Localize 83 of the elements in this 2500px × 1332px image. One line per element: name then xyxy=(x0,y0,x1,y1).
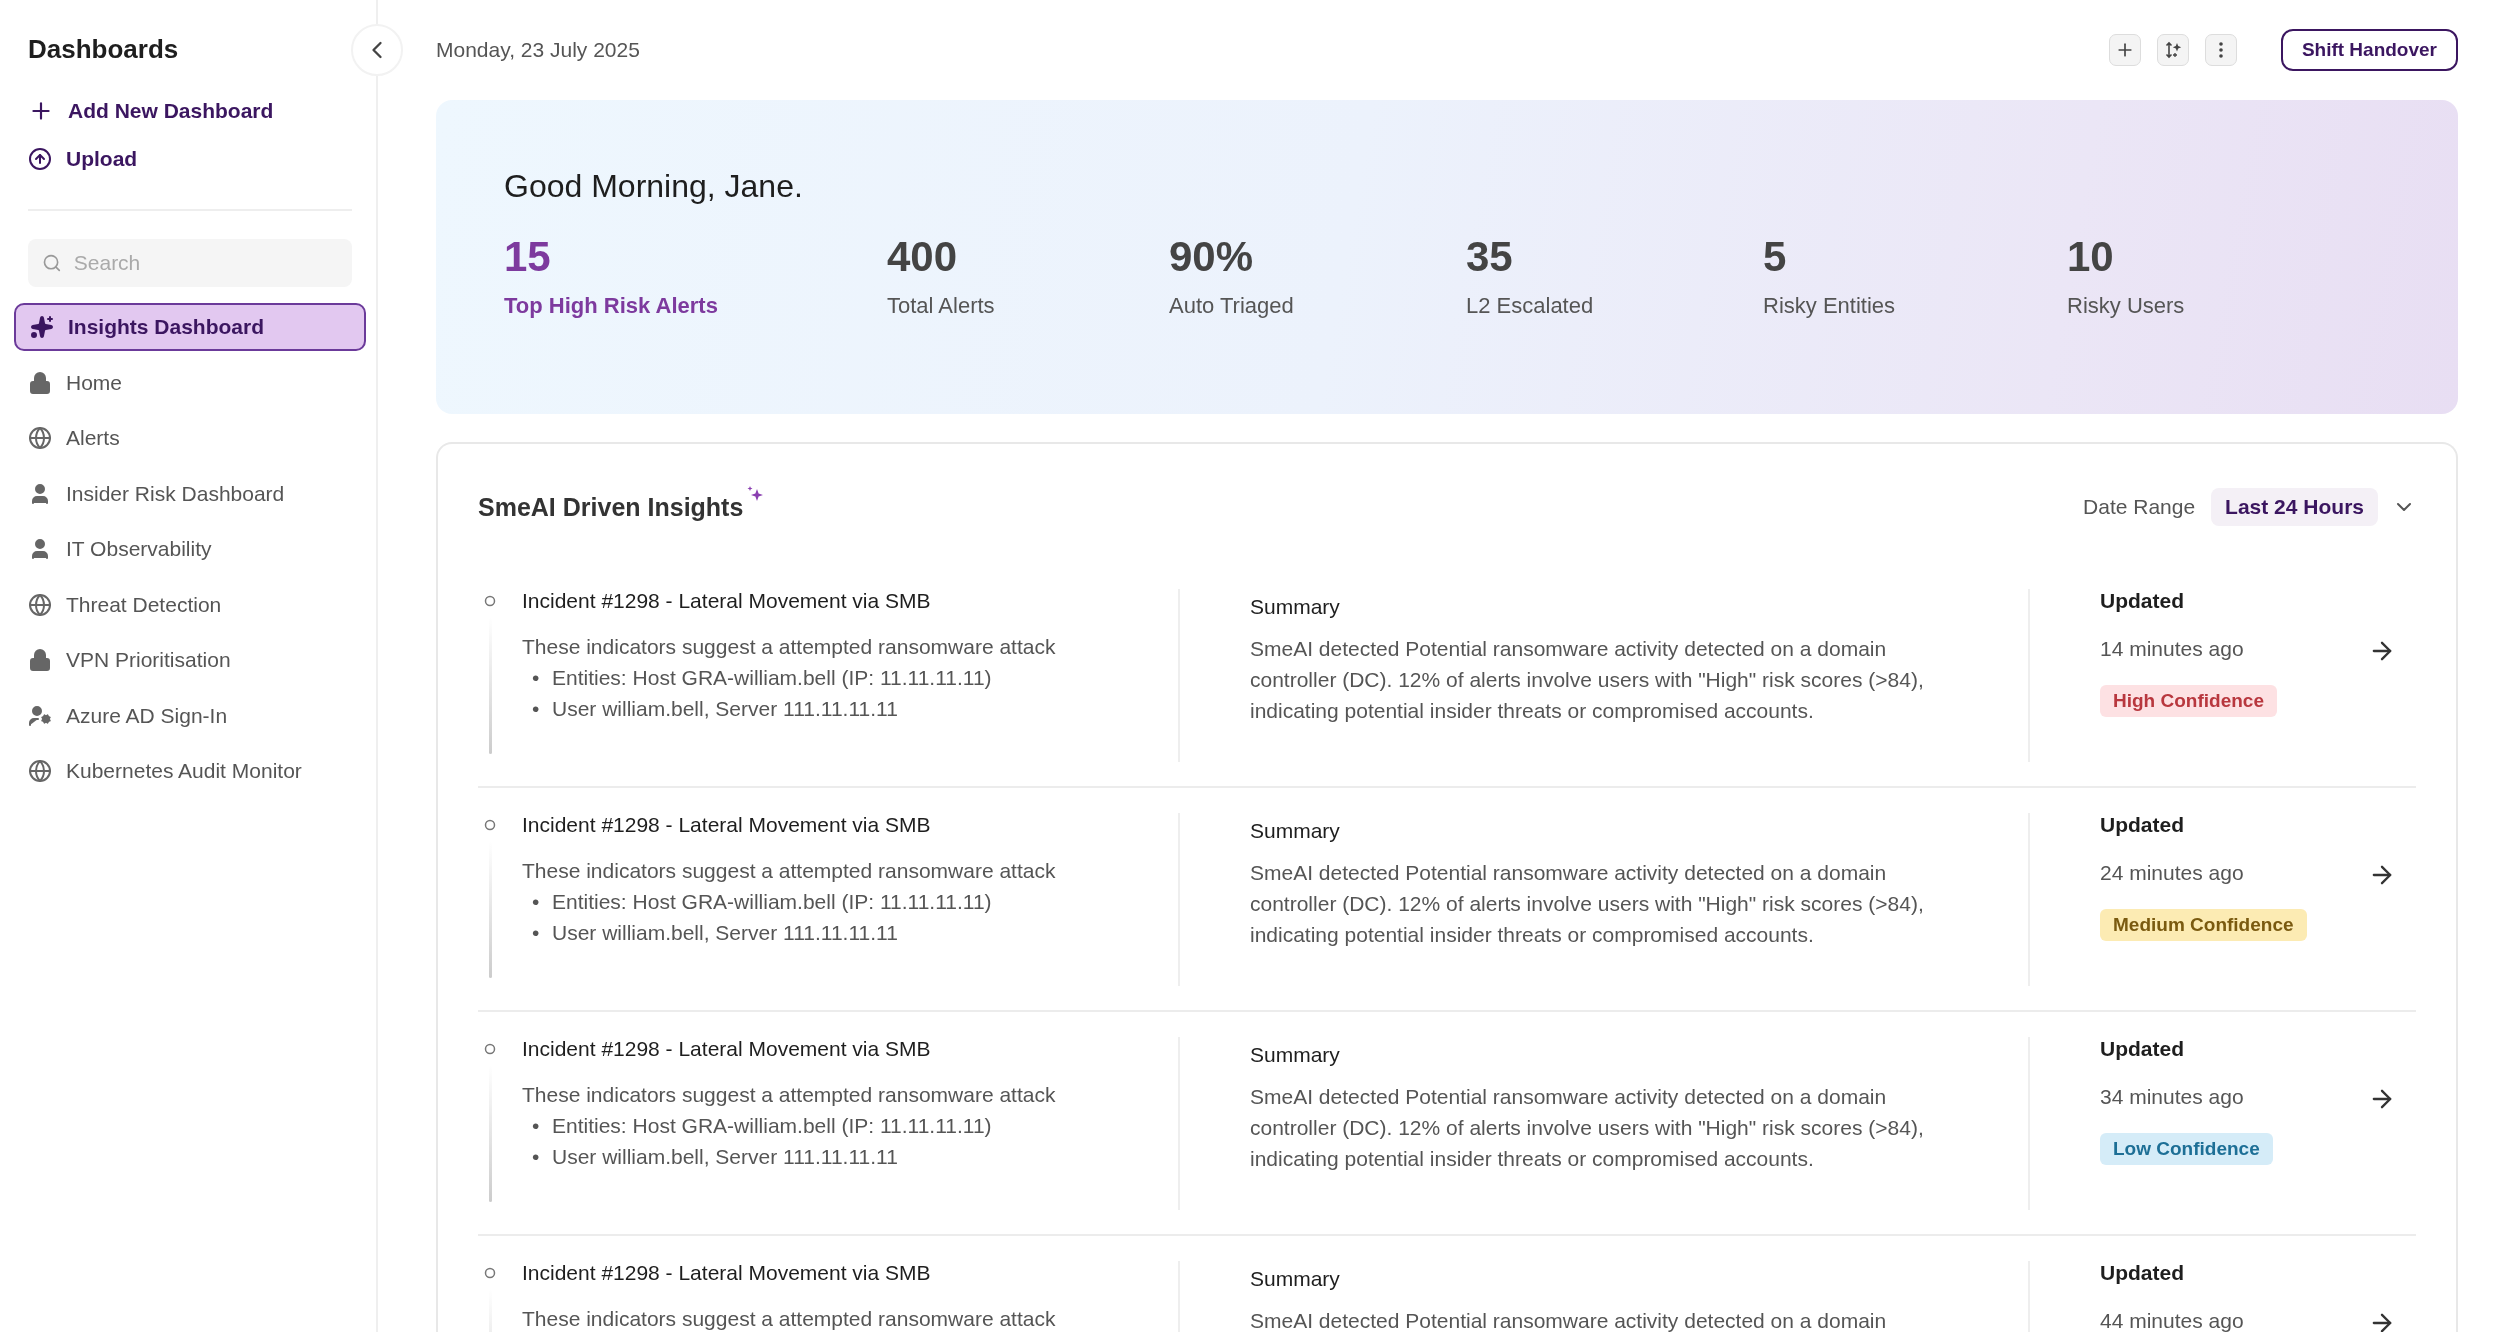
updated-label: Updated xyxy=(2100,1261,2185,1285)
incident-detail: • User william.bell, Server 111.11.11.11 xyxy=(532,696,898,722)
upload-icon xyxy=(28,147,52,171)
incident-detail: • User william.bell, Server 111.11.11.11 xyxy=(532,920,898,946)
greeting-text: Good Morning, Jane. xyxy=(504,168,804,205)
sidebar-title: Dashboards xyxy=(28,34,180,65)
sidebar-item[interactable]: Alerts xyxy=(28,410,350,466)
incident-detail: • User william.bell, Server 111.11.11.11 xyxy=(532,1144,898,1170)
updated-time: 44 minutes ago xyxy=(2100,1309,2245,1332)
incident-title: Incident #1298 - Lateral Movement via SMB xyxy=(522,813,932,837)
incident-description: These indicators suggest a attempted ransomware attack xyxy=(522,634,1056,660)
summary-label: Summary xyxy=(1250,595,1341,619)
search-input[interactable]: Search xyxy=(71,250,338,276)
collapse-button[interactable] xyxy=(351,24,403,76)
incident-detail: • Entities: Host GRA-william.bell (IP: 11.11.11.11) xyxy=(532,889,992,915)
more-button[interactable] xyxy=(2204,34,2237,66)
sidebar-item[interactable]: Insider Risk Dashboard xyxy=(28,466,350,522)
confidence-badge: Low Confidence xyxy=(2100,1133,2273,1165)
sidebar-item[interactable]: Insights Dashboard xyxy=(14,303,366,351)
lock-icon xyxy=(28,370,52,395)
summary-label: Summary xyxy=(1250,1267,1341,1291)
summary-text: SmeAI detected Potential ransomware activity detected on a domain controller (DC). 12% of alerts involve users with "High" risk scores (>84), indicating potential insider threats or compromised accounts. xyxy=(1250,860,1925,948)
summary-text: SmeAI detected Potential ransomware activity detected on a domain controller (DC). 12% of alerts involve users with "High" risk scores (>84), indicating potential insider threats or compromised accounts. xyxy=(1250,1084,1925,1172)
incident-title: Incident #1298 - Lateral Movement via SMB xyxy=(522,1261,932,1285)
search-field[interactable]: Search xyxy=(28,239,352,287)
confidence-badge: Medium Confidence xyxy=(2100,909,2307,941)
updated-time: 24 minutes ago xyxy=(2100,861,2245,886)
sort-ai-button[interactable] xyxy=(2156,34,2189,66)
timeline-dot-icon xyxy=(484,595,496,607)
confidence-badge: High Confidence xyxy=(2100,685,2277,717)
globe-icon xyxy=(28,592,52,617)
updated-label: Updated xyxy=(2100,813,2185,837)
sidebar-item[interactable]: Threat Detection xyxy=(28,577,350,633)
sparkle-icon xyxy=(30,315,54,339)
sidebar-item[interactable]: Kubernetes Audit Monitor xyxy=(28,743,350,799)
sidebar-item[interactable]: VPN Prioritisation xyxy=(28,632,350,688)
sidebar-item[interactable]: Home xyxy=(28,355,350,411)
sidebar-item[interactable]: IT Observability xyxy=(28,521,350,577)
stat-label: Total Alerts xyxy=(887,293,996,319)
card-title: SmeAI Driven Insights xyxy=(478,492,744,522)
stat-label: Auto Triaged xyxy=(1169,293,1295,319)
stat-value: 15 xyxy=(504,233,552,281)
sidebar-action-link[interactable]: Upload xyxy=(28,135,138,183)
updated-label: Updated xyxy=(2100,1037,2185,1061)
summary-label: Summary xyxy=(1250,819,1341,843)
date-label: Monday, 23 July 2025 xyxy=(436,38,640,62)
incident-detail: • Entities: Host GRA-william.bell (IP: 11.11.11.11) xyxy=(532,1113,992,1139)
stat-label: L2 Escalated xyxy=(1466,293,1595,319)
user-gear-icon xyxy=(28,703,52,728)
stat-value: 5 xyxy=(1763,233,1788,281)
updated-time: 34 minutes ago xyxy=(2100,1085,2245,1110)
incident-title: Incident #1298 - Lateral Movement via SMB xyxy=(522,1037,932,1061)
incident-description: These indicators suggest a attempted ransomware attack xyxy=(522,858,1056,884)
lock-icon xyxy=(28,648,52,673)
updated-label: Updated xyxy=(2100,589,2185,613)
incident-description: These indicators suggest a attempted ransomware attack xyxy=(522,1082,1056,1108)
summary-text: SmeAI detected Potential ransomware activity detected on a domain controller (DC). 12% of alerts involve users with "High" risk scores (>84), indicating potential insider threats or compromised accounts. xyxy=(1250,636,1925,724)
stat-value: 400 xyxy=(887,233,959,281)
stat-value: 35 xyxy=(1466,233,1514,281)
more-icon xyxy=(2218,42,2223,58)
incident-description: These indicators suggest a attempted ransomware attack xyxy=(522,1306,1056,1332)
updated-time: 14 minutes ago xyxy=(2100,637,2245,662)
incident-detail: • Entities: Host GRA-william.bell (IP: 11.11.11.11) xyxy=(532,665,992,691)
timeline-dot-icon xyxy=(484,1043,496,1055)
add-button[interactable] xyxy=(2108,34,2141,66)
shift-handover-button[interactable]: Shift Handover xyxy=(2280,29,2458,71)
summary-label: Summary xyxy=(1250,1043,1341,1067)
summary-text: SmeAI detected Potential ransomware activity detected on a domain xyxy=(1250,1308,1888,1332)
timeline-dot-icon xyxy=(484,819,496,831)
stat-label: Risky Entities xyxy=(1763,293,1897,319)
globe-icon xyxy=(28,426,52,451)
date-range-label: Date Range xyxy=(2083,495,2196,519)
stat-label: Top High Risk Alerts xyxy=(504,293,719,319)
date-range-select[interactable]: Last 24 Hours xyxy=(2211,488,2378,526)
sidebar-action-link[interactable]: Add New Dashboard xyxy=(28,87,274,135)
sidebar-item[interactable]: Azure AD Sign-In xyxy=(28,688,350,744)
globe-icon xyxy=(28,759,52,784)
incident-title: Incident #1298 - Lateral Movement via SMB xyxy=(522,589,932,613)
stat-value: 10 xyxy=(2067,233,2115,281)
search-icon xyxy=(42,252,62,274)
stat-value: 90% xyxy=(1169,233,1255,281)
timeline-dot-icon xyxy=(484,1267,496,1279)
stat-label: Risky Users xyxy=(2067,293,2186,319)
